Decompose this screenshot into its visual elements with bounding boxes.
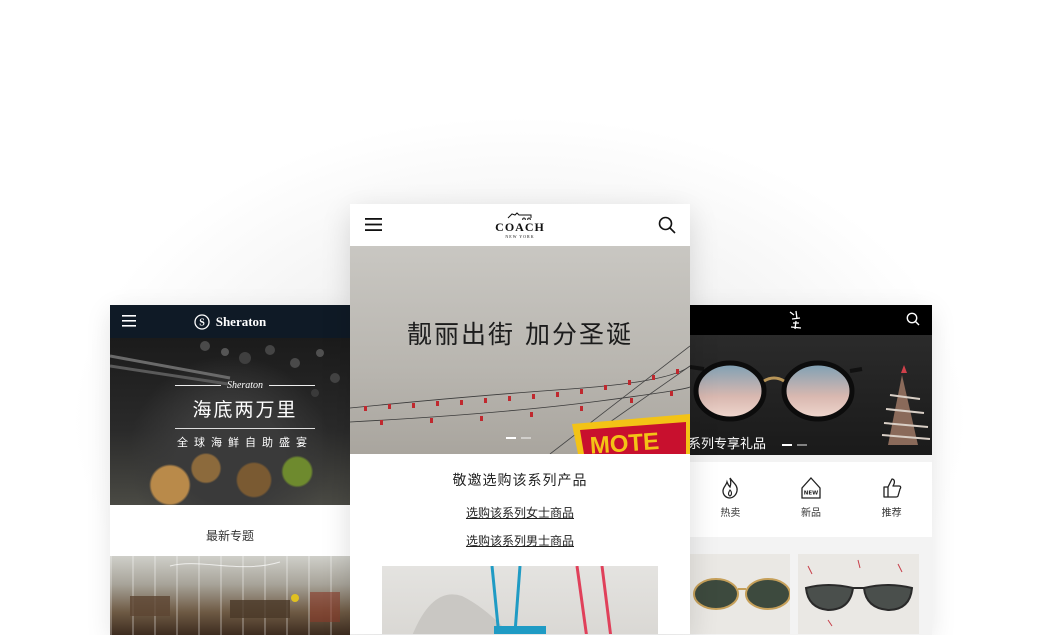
category-nav: 热卖 NEW 新品 推荐: [690, 462, 932, 537]
product-bag-image[interactable]: [382, 566, 658, 634]
nav-label-recommend: 推荐: [881, 508, 902, 519]
carousel-indicator[interactable]: [228, 525, 253, 527]
section-title: 最新专题: [205, 529, 254, 543]
promo-heading: 敬邀选购该系列产品: [452, 473, 588, 489]
nav-item-recommend[interactable]: 推荐: [851, 462, 932, 537]
svg-text:S: S: [199, 317, 205, 328]
promo-section: 敬邀选购该系列产品 选购该系列女士商品 选购该系列男士商品: [350, 454, 690, 558]
sheraton-logo[interactable]: S Sheraton: [194, 313, 267, 330]
nav-label-hot: 热卖: [720, 508, 741, 519]
flame-icon: [722, 477, 739, 499]
sheraton-phone-screen: S Sheraton Sheraton 海底两万里 全球海鲜自助盛宴 最新专题: [110, 305, 350, 635]
product-sunglasses-image: [804, 559, 914, 627]
hero-banner[interactable]: 系列专享礼品: [690, 335, 932, 455]
coach-header: COACH NEW YORK: [350, 204, 690, 246]
motel-sign: MOTE: [572, 414, 690, 454]
hero-banner[interactable]: MOTE 靓丽出街 加分圣诞: [350, 246, 690, 454]
product-card[interactable]: [690, 554, 791, 634]
hero-title: 海底两万里: [192, 399, 298, 421]
nav-item-hot[interactable]: 热卖: [690, 462, 771, 537]
nav-label-new: 新品: [801, 508, 821, 519]
carousel-indicator[interactable]: [782, 444, 807, 446]
menu-icon[interactable]: [365, 216, 382, 233]
product-card[interactable]: [798, 554, 919, 634]
search-icon[interactable]: [906, 312, 920, 326]
menu-icon[interactable]: [122, 314, 136, 328]
sign-text: MOTE: [589, 428, 660, 454]
new-tag-text: NEW: [804, 490, 818, 496]
nav-item-new[interactable]: NEW 新品: [771, 462, 852, 537]
paper-tree-decoration: [881, 365, 931, 445]
new-tag-icon: NEW: [801, 477, 821, 499]
calligraphy-logo-icon[interactable]: [786, 309, 806, 331]
hero-title: 靓丽出街 加分圣诞: [407, 320, 633, 349]
eyewear-phone-screen: 系列专享礼品 热卖 NEW 新品 推荐: [690, 305, 932, 635]
coach-brand-text: COACH: [495, 220, 545, 234]
eyewear-header: [690, 305, 932, 335]
hero-subtitle: 全球海鲜自助盛宴: [177, 436, 313, 449]
hero-banner[interactable]: Sheraton 海底两万里 全球海鲜自助盛宴: [110, 338, 350, 527]
carousel-indicator[interactable]: [506, 437, 531, 439]
coach-phone-screen: COACH NEW YORK MOTE 靓丽出街 加分圣诞 敬邀选购该系列产品 …: [350, 204, 690, 634]
sheraton-emblem-icon: S: [194, 313, 210, 330]
shop-men-link[interactable]: 选购该系列男士商品: [466, 532, 574, 549]
shop-women-link[interactable]: 选购该系列女士商品: [466, 504, 574, 521]
coach-brand-sub: NEW YORK: [505, 234, 535, 239]
hero-text-block: Sheraton 海底两万里 全球海鲜自助盛宴: [175, 380, 316, 450]
thumbs-up-icon: [883, 478, 901, 498]
hero-caption: 系列专享礼品: [690, 437, 767, 452]
coach-logo[interactable]: COACH NEW YORK: [495, 211, 545, 239]
search-icon[interactable]: [658, 216, 676, 234]
sheraton-header: S Sheraton: [110, 305, 350, 338]
hero-brand: Sheraton: [226, 380, 264, 391]
product-sunglasses-image: [693, 578, 791, 610]
horse-carriage-icon: [507, 212, 532, 220]
sheraton-brand-text: Sheraton: [215, 313, 267, 329]
featured-topic-image[interactable]: [110, 556, 350, 635]
